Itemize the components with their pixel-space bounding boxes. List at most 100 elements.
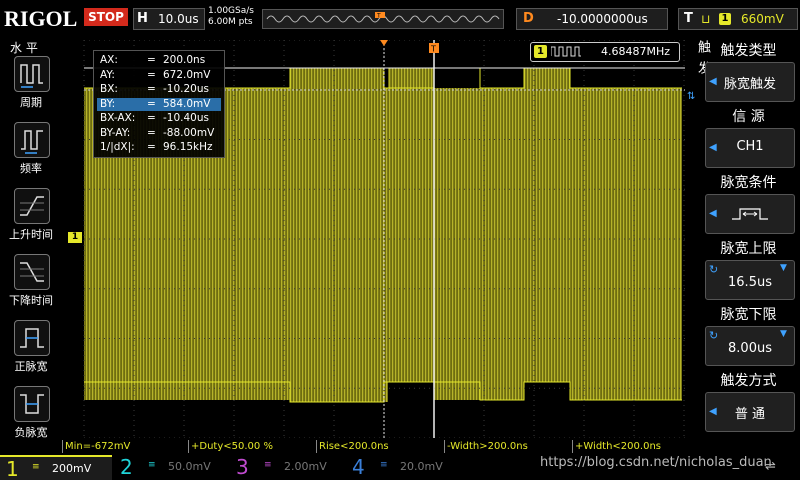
measure-fall-time-button[interactable]: 下降时间 [7, 254, 55, 316]
acquisition-info: 1.00GSa/s 6.00M pts [208, 6, 254, 28]
brand-logo: RIGOL [4, 6, 78, 31]
memory-overview-strip: T [262, 9, 504, 29]
positive-width-label: 正脉宽 [14, 360, 48, 373]
adjust-icon: ▼ [780, 263, 787, 273]
period-icon [14, 56, 50, 92]
cursor-readout-row: AX: = 200.0ns [97, 54, 221, 67]
trigger-type-selector[interactable]: ◀ 脉宽触发 [705, 62, 795, 102]
pulse-width-condition-icon [732, 208, 768, 220]
measure-period-button[interactable]: 周期 [7, 56, 55, 118]
cursor-readout-value: -10.20us [163, 83, 209, 95]
horizontal-timebase[interactable]: H 10.0us [133, 8, 205, 30]
ch4-number: 4 [352, 455, 365, 479]
measure-frequency-button[interactable]: 频率 [7, 122, 55, 184]
counter-channel-badge: 1 [534, 45, 547, 58]
cursor-readout-key: AX: [100, 54, 118, 66]
cursor-readout-row: BY: = 584.0mV [97, 97, 221, 111]
cursor-readout-value: 200.0ns [163, 54, 206, 66]
adjust-icon: ▼ [780, 329, 787, 339]
menu-title-upper-limit: 脉宽上限 [720, 241, 777, 257]
memory-depth: 6.00M pts [208, 17, 253, 27]
run-stop-indicator[interactable]: STOP [84, 8, 128, 26]
negative-width-label: 负脉宽 [14, 426, 48, 439]
rise-time-icon [14, 188, 50, 224]
cursor-readout-value: 672.0mV [163, 68, 211, 81]
ch1-scale: 200mV [52, 462, 92, 475]
trigger-type-value: 脉宽触发 [723, 77, 776, 92]
svg-text:T: T [430, 45, 436, 54]
cursor-readout-key: BX-AX: [100, 112, 136, 124]
ch2-tab[interactable]: 2 ≡ 50.0mV [114, 455, 226, 480]
measure-negative-width-button[interactable]: 负脉宽 [7, 386, 55, 448]
cursor-readout-row: AY: = 672.0mV [97, 69, 221, 82]
ch3-tab[interactable]: 3 ≡ 2.00mV [230, 455, 342, 480]
cursor-readout-value: -10.40us [163, 112, 209, 124]
measure-positive-width-button[interactable]: 正脉宽 [7, 320, 55, 382]
cursor-readout-equals: = [147, 112, 156, 124]
delay-value: -10.0000000us [557, 12, 648, 26]
trigger-menu: 触发类型 ◀ 脉宽触发 信 源 ◀ CH1 脉宽条件 ◀ 脉宽上限 ↻ ▼ 16… [703, 36, 800, 440]
measurement-neg-width[interactable]: -Width>200.0ns [444, 440, 569, 453]
ch4-tab[interactable]: 4 ≡ 20.0mV [346, 455, 458, 480]
trigger-status[interactable]: T ⊔ 1 660mV [678, 8, 798, 30]
negative-width-icon [14, 386, 50, 422]
ch4-coupling-icon: ≡ [380, 460, 388, 470]
watermark-text: https://blog.csdn.net/nicholas_duan [540, 455, 772, 470]
cursor-readout-row: BX: = -10.20us [97, 83, 221, 96]
trigger-source-badge: 1 [719, 13, 731, 25]
frequency-label: 频率 [20, 162, 42, 175]
measurement-rise[interactable]: Rise<200.0ns [316, 440, 441, 453]
lower-limit-field[interactable]: ↻ ▼ 8.00us [705, 326, 795, 366]
trigger-level: 660mV [741, 12, 784, 26]
trigger-source-value: CH1 [736, 139, 764, 154]
cursor-readout-key: BX: [100, 83, 118, 95]
cursor-readout-equals: = [147, 141, 156, 153]
cursor-readout-row: BY-AY: = -88.00mV [97, 127, 221, 140]
cursor-readout-key: BY-AY: [100, 126, 131, 139]
cursor-readout-equals: = [147, 83, 156, 95]
cursor-readout-key: AY: [100, 68, 115, 81]
menu-title-source: 信 源 [732, 109, 765, 125]
fall-time-label: 下降时间 [9, 294, 53, 307]
frequency-counter: 1 4.68487MHz [530, 42, 680, 62]
ch4-scale: 20.0mV [400, 460, 443, 473]
cursor-readout-key: BY: [100, 97, 116, 110]
selector-arrow-icon: ◀ [709, 208, 717, 219]
trigger-source-selector[interactable]: ◀ CH1 [705, 128, 795, 168]
width-condition-selector[interactable]: ◀ [705, 194, 795, 234]
menu-title-sweep-mode: 触发方式 [720, 373, 777, 389]
pulse-trigger-icon: ⊔ [701, 12, 711, 26]
measurement-pos-width[interactable]: +Width<200.0ns [572, 440, 697, 453]
counter-frequency-value: 4.68487MHz [601, 45, 671, 58]
sidebar-title: 水 平 [10, 41, 38, 55]
ch3-scale: 2.00mV [284, 460, 327, 473]
ch3-number: 3 [236, 455, 249, 479]
ch1-tab[interactable]: 1 ≡ 200mV [0, 455, 112, 480]
sweep-mode-selector[interactable]: ◀ 普 通 [705, 392, 795, 432]
cursor-readout-row: BX-AX: = -10.40us [97, 112, 221, 125]
fall-time-icon [14, 254, 50, 290]
cursor-readout-equals: = [147, 126, 156, 139]
cursor-readout-value: 96.15kHz [163, 141, 213, 153]
lower-limit-value: 8.00us [728, 341, 772, 356]
frequency-icon [14, 122, 50, 158]
ch2-coupling-icon: ≡ [148, 460, 156, 470]
delay-label: D [523, 11, 534, 26]
measurement-min[interactable]: Min=-672mV [62, 440, 187, 453]
horizontal-delay[interactable]: D -10.0000000us [516, 8, 668, 30]
ch2-scale: 50.0mV [168, 460, 211, 473]
svg-text:T: T [376, 13, 381, 20]
rise-time-label: 上升时间 [9, 228, 53, 241]
menu-title-width-condition: 脉宽条件 [720, 175, 777, 191]
trigger-menu-side-label: 触发 ⇅ [687, 40, 710, 112]
upper-limit-field[interactable]: ↻ ▼ 16.5us [705, 260, 795, 300]
trigger-label: T [684, 11, 693, 26]
positive-width-icon [14, 320, 50, 356]
ch1-offset-marker[interactable]: 1 [68, 232, 82, 243]
ch1-number: 1 [6, 457, 19, 480]
measurement-pos-duty[interactable]: +Duty<50.00 % [188, 440, 313, 453]
ch1-coupling-icon: ≡ [32, 462, 40, 472]
cursor-readout-equals: = [147, 54, 156, 66]
oscilloscope-screen: RIGOL STOP H 10.0us 1.00GSa/s 6.00M pts … [0, 0, 800, 480]
measure-rise-time-button[interactable]: 上升时间 [7, 188, 55, 250]
